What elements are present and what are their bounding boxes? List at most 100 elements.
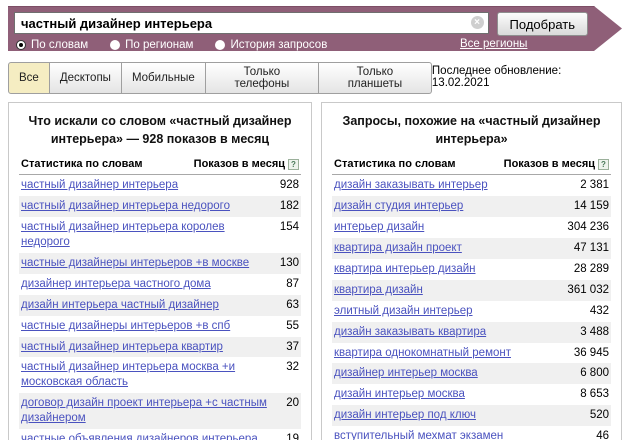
table-row: частный дизайнер интерьера 928: [19, 175, 301, 196]
query-link[interactable]: дизайнер интерьер москва: [334, 366, 488, 381]
panel-similar-queries: Запросы, похожие на «частный дизайнер ин…: [321, 102, 622, 440]
shows-value: 182: [280, 199, 299, 214]
radio-label: По регионам: [125, 39, 193, 51]
radio-option-0[interactable]: По словам: [16, 39, 88, 51]
device-filter-bar: ВсеДесктопыМобильныеТолько телефоныТольк…: [8, 62, 620, 94]
shows-value: 361 032: [567, 283, 609, 298]
query-link[interactable]: частный дизайнер интерьера недорого: [21, 199, 240, 214]
search-header: × Подобрать По словам По регионам История …: [8, 6, 622, 51]
query-link[interactable]: дизайн заказывать интерьер: [334, 178, 498, 193]
shows-value: 20: [286, 396, 299, 411]
radio-option-1[interactable]: По регионам: [110, 39, 193, 51]
panel-title: Запросы, похожие на «частный дизайнер ин…: [338, 113, 605, 148]
table-row: частный дизайнер интерьера недорого 182: [19, 196, 301, 217]
help-icon[interactable]: ?: [598, 159, 609, 170]
shows-value: 47 131: [574, 241, 609, 256]
query-link[interactable]: дизайн заказывать квартира: [334, 325, 496, 340]
tab-1[interactable]: Десктопы: [50, 62, 122, 94]
column-keywords: Статистика по словам: [21, 158, 143, 170]
table-body: дизайн заказывать интерьер 2 381 дизайн ст…: [332, 175, 611, 440]
table-row: частные объявления дизайнеров интерьера 1…: [19, 429, 301, 440]
shows-value: 32: [286, 360, 299, 375]
table-row: частные дизайнеры интерьеров +в москве 13…: [19, 253, 301, 274]
table-row: квартира интерьер дизайн 28 289: [332, 259, 611, 280]
table-row: дизайн заказывать квартира 3 488: [332, 322, 611, 343]
query-link[interactable]: частный дизайнер интерьера москва +и мос…: [21, 360, 286, 390]
table-header: Статистика по словам Показов в месяц ?: [19, 158, 301, 175]
radio-dot-icon: [215, 40, 225, 50]
shows-value: 19: [286, 432, 299, 440]
query-link[interactable]: частный дизайнер интерьера квартир: [21, 340, 233, 355]
submit-button[interactable]: Подобрать: [497, 12, 588, 36]
table-row: квартира дизайн проект 47 131: [332, 238, 611, 259]
device-tabs: ВсеДесктопыМобильныеТолько телефоныТольк…: [8, 62, 432, 94]
query-link[interactable]: интерьер дизайн: [334, 220, 434, 235]
shows-value: 46: [596, 429, 609, 440]
table-row: квартира однокомнатный ремонт 36 945: [332, 343, 611, 364]
query-link[interactable]: дизайн интерьера частный дизайнер: [21, 298, 229, 313]
query-link[interactable]: частные дизайнеры интерьеров +в москве: [21, 256, 259, 271]
table-row: частные дизайнеры интерьеров +в спб 55: [19, 316, 301, 337]
tab-4[interactable]: Только планшеты: [319, 62, 432, 94]
query-link[interactable]: дизайн интерьер москва: [334, 387, 475, 402]
search-input[interactable]: [14, 12, 489, 34]
table-row: квартира дизайн 361 032: [332, 280, 611, 301]
query-link[interactable]: частный дизайнер интерьера королев недор…: [21, 220, 280, 250]
shows-value: 28 289: [574, 262, 609, 277]
panel-title: Что искали со словом «частный дизайнер и…: [25, 113, 295, 148]
query-link[interactable]: дизайн студия интерьер: [334, 199, 473, 214]
search-mode-radios: По словам По регионам История запросов: [16, 38, 512, 51]
query-link[interactable]: частные объявления дизайнеров интерьера: [21, 432, 268, 440]
query-link[interactable]: квартира дизайн проект: [334, 241, 472, 256]
shows-value: 36 945: [574, 346, 609, 361]
help-icon[interactable]: ?: [288, 159, 299, 170]
shows-value: 14 159: [574, 199, 609, 214]
query-link[interactable]: частный дизайнер интерьера: [21, 178, 188, 193]
query-link[interactable]: договор дизайн проект интерьера +с частн…: [21, 396, 286, 426]
query-link[interactable]: квартира дизайн: [334, 283, 433, 298]
panel-searched-with-word: Что искали со словом «частный дизайнер и…: [8, 102, 312, 440]
shows-value: 154: [280, 220, 299, 235]
table-row: элитный дизайн интерьер432: [332, 301, 611, 322]
table-header: Статистика по словам Показов в месяц ?: [332, 158, 611, 175]
search-box: ×: [14, 12, 489, 34]
shows-value: 55: [286, 319, 299, 334]
query-link[interactable]: частные дизайнеры интерьеров +в спб: [21, 319, 240, 334]
radio-dot-icon: [110, 40, 120, 50]
shows-value: 928: [280, 178, 299, 193]
query-link[interactable]: дизайн интерьер под ключ: [334, 408, 486, 423]
table-row: частный дизайнер интерьера квартир 37: [19, 337, 301, 358]
query-link[interactable]: квартира интерьер дизайн: [334, 262, 486, 277]
shows-value: 2 381: [580, 178, 609, 193]
column-shows: Показов в месяц: [504, 158, 595, 170]
shows-value: 3 488: [580, 325, 609, 340]
column-shows: Показов в месяц: [194, 158, 285, 170]
shows-value: 87: [286, 277, 299, 292]
table-row: дизайн студия интерьер 14 159: [332, 196, 611, 217]
shows-value: 63: [286, 298, 299, 313]
radio-option-2[interactable]: История запросов: [215, 39, 327, 51]
radio-label: История запросов: [230, 39, 327, 51]
table-row: дизайн заказывать интерьер 2 381: [332, 175, 611, 196]
table-row: частный дизайнер интерьера королев недор…: [19, 217, 301, 253]
query-link[interactable]: элитный дизайн интерьер: [334, 304, 483, 319]
tab-3[interactable]: Только телефоны: [206, 62, 319, 94]
tab-0[interactable]: Все: [8, 62, 50, 94]
all-regions-link[interactable]: Все регионы: [460, 38, 527, 50]
query-link[interactable]: вступительный мехмат экзамен: [334, 429, 513, 440]
tab-2[interactable]: Мобильные: [122, 62, 206, 94]
shows-value: 520: [590, 408, 609, 423]
shows-value: 6 800: [580, 366, 609, 381]
query-link[interactable]: квартира однокомнатный ремонт: [334, 346, 521, 361]
table-row: дизайнер интерьера частного дома 87: [19, 274, 301, 295]
query-link[interactable]: дизайнер интерьера частного дома: [21, 277, 221, 292]
shows-value: 130: [280, 256, 299, 271]
shows-value: 304 236: [567, 220, 609, 235]
table-body: частный дизайнер интерьера928частный диз…: [19, 175, 301, 440]
radio-label: По словам: [31, 39, 88, 51]
shows-value: 37: [286, 340, 299, 355]
search-row: × Подобрать: [14, 12, 588, 34]
last-update-label: Последнее обновление: 13.02.2021: [432, 62, 620, 89]
clear-icon[interactable]: ×: [471, 16, 484, 29]
table-row: дизайн интерьер москва8 653: [332, 384, 611, 405]
